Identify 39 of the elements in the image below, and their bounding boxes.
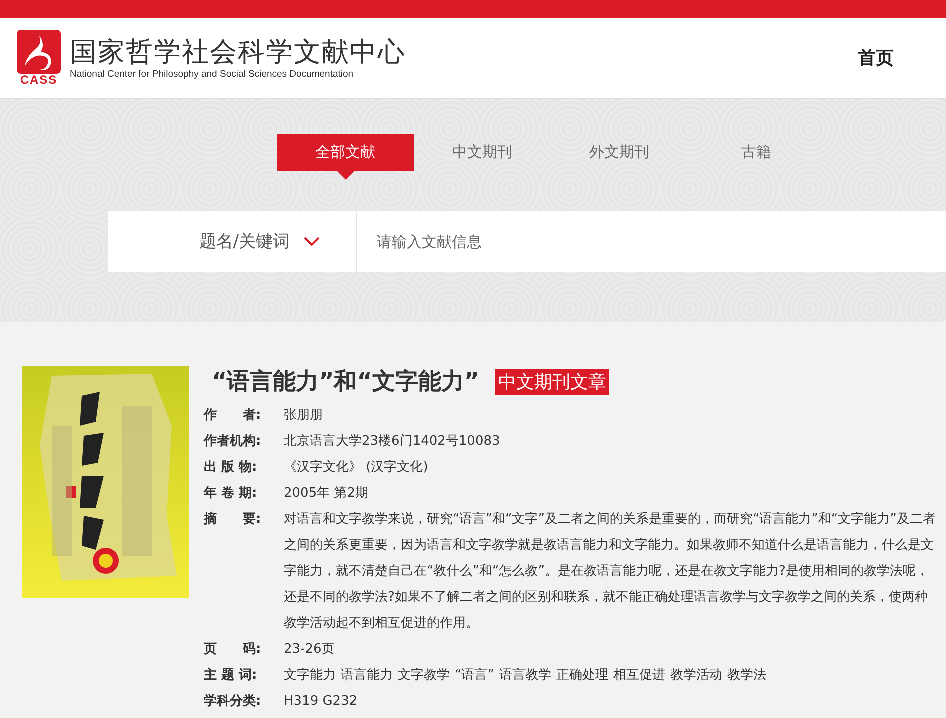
keyword-link[interactable]: 教学法 xyxy=(727,663,766,689)
field-value: 《汉字文化》 (汉字文化) xyxy=(284,459,430,477)
site-title: 国家哲学社会科学文献中心 xyxy=(70,36,406,68)
nav-link[interactable]: 首页 xyxy=(858,46,894,70)
field-label: 作 者: xyxy=(204,407,262,425)
keyword-link[interactable]: 教学活动 xyxy=(670,663,722,689)
field-value: 2005年 第2期 xyxy=(284,485,370,503)
type-badge: 中文期刊文章 xyxy=(495,368,610,394)
search-field[interactable]: 请输入文献信息 xyxy=(357,211,946,272)
tab[interactable]: 古籍 xyxy=(688,134,825,171)
tab[interactable]: 中文期刊 xyxy=(414,134,551,171)
keyword-link[interactable]: “语言” xyxy=(455,663,494,689)
site-subtitle: National Center for Philosophy and Social Sciences Documentation xyxy=(70,68,355,80)
tab[interactable]: 外文期刊 xyxy=(551,134,688,171)
field-label: 出 版 物: xyxy=(204,459,258,477)
field-value: H319 G232 xyxy=(284,693,359,711)
article-title: “语言能力”和“文字能力” xyxy=(212,368,480,397)
keyword-link[interactable]: 正确处理 xyxy=(556,663,608,689)
field-label: 学科分类: xyxy=(204,693,262,711)
field-value: 北京语言大学23楼6门1402号10083 xyxy=(284,433,502,451)
field-label: 页 码: xyxy=(204,641,262,659)
field-label: 主 题 词: xyxy=(204,666,258,685)
chevron-down-icon xyxy=(304,236,320,246)
logo-mark: CASS xyxy=(20,74,58,86)
keyword-link[interactable]: 文字能力 xyxy=(284,663,336,689)
field-label: 摘 要: xyxy=(204,510,262,529)
field-value: 对语言和文字教学来说，研究“语言”和“文字”及二者之间的关系是重要的，而研究“语言能力”和“文字能力”及二者之间的关系更重要，因为语言和文字教学就是教语言能力和文字能力。如果教师不知道什么是语言能力，什么是文字能力，就不清楚自己在“教什么”和“怎么教”。是在教语言能力呢，还是在教文字能力?是使用相同的教学法呢，还是不同的教学法?如果不了解二者之间的区别和联系，就不能正确处理语言教学与文字教学之间的关系，使两种教学活动起不到相互促进的作用。 xyxy=(284,511,937,633)
tab[interactable]: 全部文献 xyxy=(277,134,414,171)
keyword-link[interactable]: 文字教学 xyxy=(398,663,450,689)
keyword-link[interactable]: 语言能力 xyxy=(341,663,393,689)
logo-icon xyxy=(17,30,61,74)
keyword-link[interactable]: 语言教学 xyxy=(499,663,552,689)
tab-pointer xyxy=(336,171,354,180)
field-value: 23-26页 xyxy=(284,641,336,659)
field-label: 作者机构: xyxy=(204,433,262,451)
field-label: 年 卷 期: xyxy=(204,485,258,503)
keyword-link[interactable]: 相互促进 xyxy=(613,663,666,689)
field-value: 张朋朋 xyxy=(284,407,324,425)
field-selector[interactable]: 题名/关键词 xyxy=(108,211,357,272)
